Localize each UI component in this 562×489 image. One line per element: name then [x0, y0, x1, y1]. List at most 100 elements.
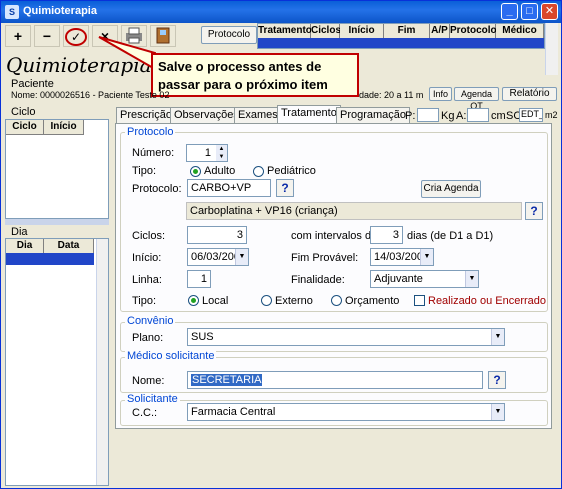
a-label: A:	[456, 110, 467, 122]
grid-scrollbar[interactable]	[545, 23, 558, 75]
tab-programacao[interactable]: Programação	[336, 107, 411, 123]
local-label: Local	[202, 295, 229, 307]
solicitante-section-label: Solicitante	[125, 393, 180, 405]
descricao-lookup-button[interactable]: ?	[525, 202, 543, 220]
treatment-grid[interactable]: Tratamento Ciclos Início Fim A/P Protoco…	[257, 23, 545, 49]
protocolo-field[interactable]: CARBO+VP	[187, 179, 271, 197]
numero-label: Número:	[132, 147, 175, 159]
intervalos-label: com intervalos de	[291, 230, 378, 242]
m2-label: m2	[545, 110, 558, 120]
tab-prescricao[interactable]: Prescrição	[116, 107, 176, 123]
callout-pointer	[98, 36, 156, 71]
plano-select[interactable]: SUS ▼	[187, 328, 505, 346]
radio-local[interactable]	[188, 295, 199, 306]
tipo-label: Tipo:	[132, 165, 157, 177]
radio-orcamento[interactable]	[331, 295, 342, 306]
realizado-checkbox[interactable]	[414, 295, 425, 306]
finalidade-value: Adjuvante	[374, 273, 423, 285]
col-inicio: Início	[340, 24, 384, 39]
tooltip: Salve o processo antes de passar para o …	[151, 53, 359, 97]
protocolo-lookup-button[interactable]: ?	[276, 179, 294, 197]
col-data: Data	[44, 239, 94, 254]
protocolo-section-label: Protocolo	[125, 126, 176, 138]
col-ap: A/P	[430, 24, 450, 39]
ciclos-field[interactable]: 3	[187, 226, 247, 244]
maximize-button[interactable]: □	[521, 3, 538, 20]
realizado-label: Realizado ou Encerrado	[428, 295, 547, 307]
chevron-down-icon[interactable]: ▼	[491, 329, 504, 345]
save-button[interactable]: ✓	[63, 25, 89, 47]
close-button[interactable]: ✕	[541, 3, 558, 20]
ciclo-grid[interactable]: Ciclo Início	[5, 119, 109, 219]
chevron-down-icon[interactable]: ▼	[465, 271, 478, 287]
relatorio-button[interactable]: Relatório	[502, 87, 557, 101]
cc-select[interactable]: Farmacia Central ▼	[187, 403, 505, 421]
p-label: P:	[405, 110, 416, 122]
dia-grid[interactable]: Dia Data	[5, 238, 109, 486]
cc-label: C.C.:	[132, 407, 158, 419]
protocolo-button[interactable]: Protocolo	[201, 26, 257, 44]
inicio-label: Início:	[132, 252, 162, 264]
adulto-label: Adulto	[204, 165, 236, 177]
chevron-down-icon[interactable]: ▼	[491, 404, 504, 420]
cria-agenda-button[interactable]: Cria Agenda	[421, 180, 481, 198]
orcamento-label: Orçamento	[345, 295, 400, 307]
radio-pediatrico[interactable]	[253, 166, 264, 177]
title-bar: S Quimioterapia _ □ ✕	[1, 1, 561, 23]
finalidade-select[interactable]: Adjuvante ▼	[370, 270, 479, 288]
tratamento-panel: Protocolo Número: 1 ▲ ▼ Tipo: Adulto Pedi…	[115, 123, 552, 429]
tab-observacoes[interactable]: Observações	[170, 107, 243, 123]
linha-label: Linha:	[132, 274, 162, 286]
local-tipo-label: Tipo:	[132, 295, 157, 307]
kg-label: Kg	[441, 110, 455, 122]
linha-field[interactable]: 1	[187, 270, 211, 288]
add-button[interactable]: +	[5, 25, 31, 47]
minimize-button[interactable]: _	[501, 3, 518, 20]
col-ciclo: Ciclo	[6, 120, 44, 135]
agenda-qt-button[interactable]: Agenda QT	[454, 87, 499, 111]
col-ciclos: Ciclos	[311, 24, 341, 39]
info-button[interactable]: Info	[429, 87, 452, 101]
convenio-section-label: Convênio	[125, 315, 176, 327]
ciclo-label: Ciclo	[11, 106, 36, 118]
sc-field[interactable]: EDT_	[519, 108, 543, 122]
cm-label: cm	[491, 110, 506, 122]
col-medico: Médico	[496, 24, 544, 39]
fim-field[interactable]: 14/03/2009 ▼	[370, 248, 434, 266]
medico-nome-field[interactable]: SECRETARIA	[187, 371, 483, 389]
remove-button[interactable]: −	[34, 25, 60, 47]
table-row[interactable]	[258, 38, 544, 48]
plano-value: SUS	[191, 331, 214, 343]
nome-label: Nome:	[132, 375, 165, 387]
ciclo-scrollbar[interactable]	[5, 219, 109, 225]
cc-value: Farmacia Central	[191, 406, 276, 418]
medico-lookup-button[interactable]: ?	[488, 371, 506, 389]
dia-label: Dia	[11, 226, 28, 238]
ciclos-label: Ciclos:	[132, 230, 166, 242]
intervalos-field[interactable]: 3	[370, 226, 403, 244]
medico-section-label: Médico solicitante	[125, 350, 217, 362]
stepper-arrows-icon[interactable]: ▲ ▼	[216, 145, 227, 161]
altura-field[interactable]	[467, 108, 489, 122]
radio-externo[interactable]	[261, 295, 272, 306]
chevron-down-icon[interactable]: ▼	[235, 249, 248, 265]
pediatrico-label: Pediátrico	[267, 165, 316, 177]
paciente-idade: dade: 20 a 11 m	[359, 90, 424, 100]
tab-tratamento[interactable]: Tratamento	[277, 105, 341, 124]
dias-label: dias (de D1 a D1)	[407, 230, 494, 242]
dia-scrollbar[interactable]	[96, 239, 108, 485]
main-window: S Quimioterapia _ □ ✕ + − ✓ × Protocolo …	[0, 0, 562, 489]
plano-label: Plano:	[132, 332, 164, 344]
app-icon: S	[5, 5, 19, 19]
medico-nome-value: SECRETARIA	[191, 374, 263, 386]
inicio-field[interactable]: 06/03/2009 ▼	[187, 248, 249, 266]
col-fim: Fim	[384, 24, 430, 39]
peso-field[interactable]	[417, 108, 439, 122]
table-row[interactable]	[6, 253, 94, 265]
radio-adulto[interactable]	[190, 166, 201, 177]
window-title: Quimioterapia	[23, 5, 97, 17]
chevron-down-icon[interactable]: ▼	[420, 249, 433, 265]
externo-label: Externo	[275, 295, 313, 307]
paciente-info: Nome: 0000026516 - Paciente Teste 02	[11, 90, 170, 100]
tab-exames[interactable]: Exames	[234, 107, 282, 123]
